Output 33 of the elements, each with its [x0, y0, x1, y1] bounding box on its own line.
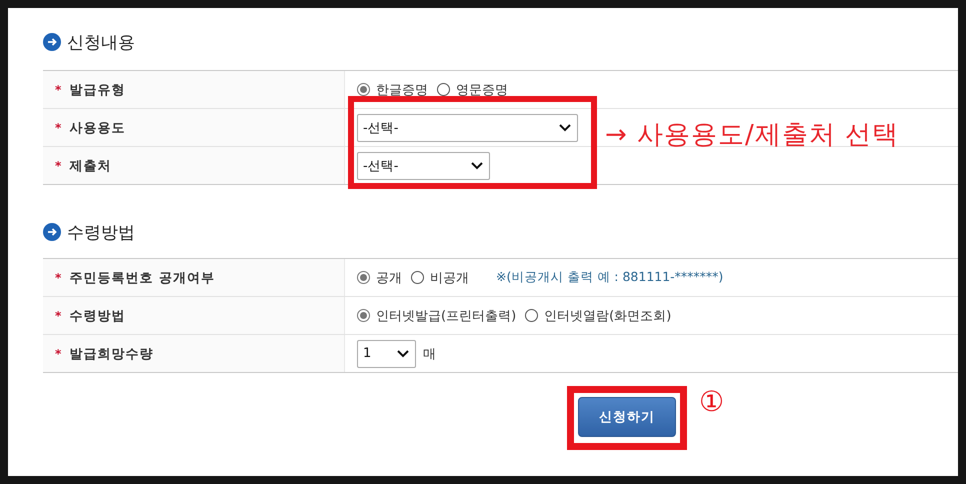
- submit-button[interactable]: 신청하기: [578, 397, 676, 437]
- required-mark: *: [55, 308, 62, 322]
- required-mark: *: [55, 346, 62, 360]
- section-title: 수령방법: [67, 222, 135, 244]
- radio-option[interactable]: 인터넷발급(프린터출력): [357, 306, 516, 324]
- field-label: 수령방법: [69, 308, 126, 324]
- hint-text: ※(비공개시 출력 예 : 881111-*******): [496, 269, 724, 286]
- required-mark: *: [55, 158, 62, 172]
- chevron-down-icon: [559, 124, 571, 132]
- field-label: 발급희망수량: [69, 346, 154, 362]
- radio-option[interactable]: 영문증명: [437, 80, 508, 98]
- select-field[interactable]: -선택-: [357, 152, 490, 180]
- required-mark: *: [55, 270, 62, 284]
- required-mark: *: [55, 120, 62, 134]
- field-label: 제출처: [69, 158, 112, 174]
- radio-option[interactable]: 비공개: [411, 268, 469, 286]
- chevron-down-icon: [397, 350, 409, 358]
- section-title: 신청내용: [67, 32, 135, 54]
- select-field[interactable]: -선택-: [357, 114, 578, 142]
- radio-option[interactable]: 인터넷열람(화면조회): [525, 306, 672, 324]
- field-label: 사용용도: [69, 120, 126, 136]
- arrow-circle-icon: [43, 33, 61, 51]
- step-number: ①: [699, 388, 724, 416]
- chevron-down-icon: [471, 162, 483, 170]
- field-label: 주민등록번호 공개여부: [69, 270, 215, 286]
- arrow-circle-icon: [43, 223, 61, 241]
- required-mark: *: [55, 82, 62, 96]
- unit-label: 매: [423, 346, 436, 362]
- radio-option[interactable]: 한글증명: [357, 80, 428, 98]
- select-field[interactable]: 1: [357, 340, 416, 368]
- annotation-text: → 사용용도/제출처 선택: [605, 119, 900, 152]
- radio-option[interactable]: 공개: [357, 268, 402, 286]
- field-label: 발급유형: [69, 82, 126, 98]
